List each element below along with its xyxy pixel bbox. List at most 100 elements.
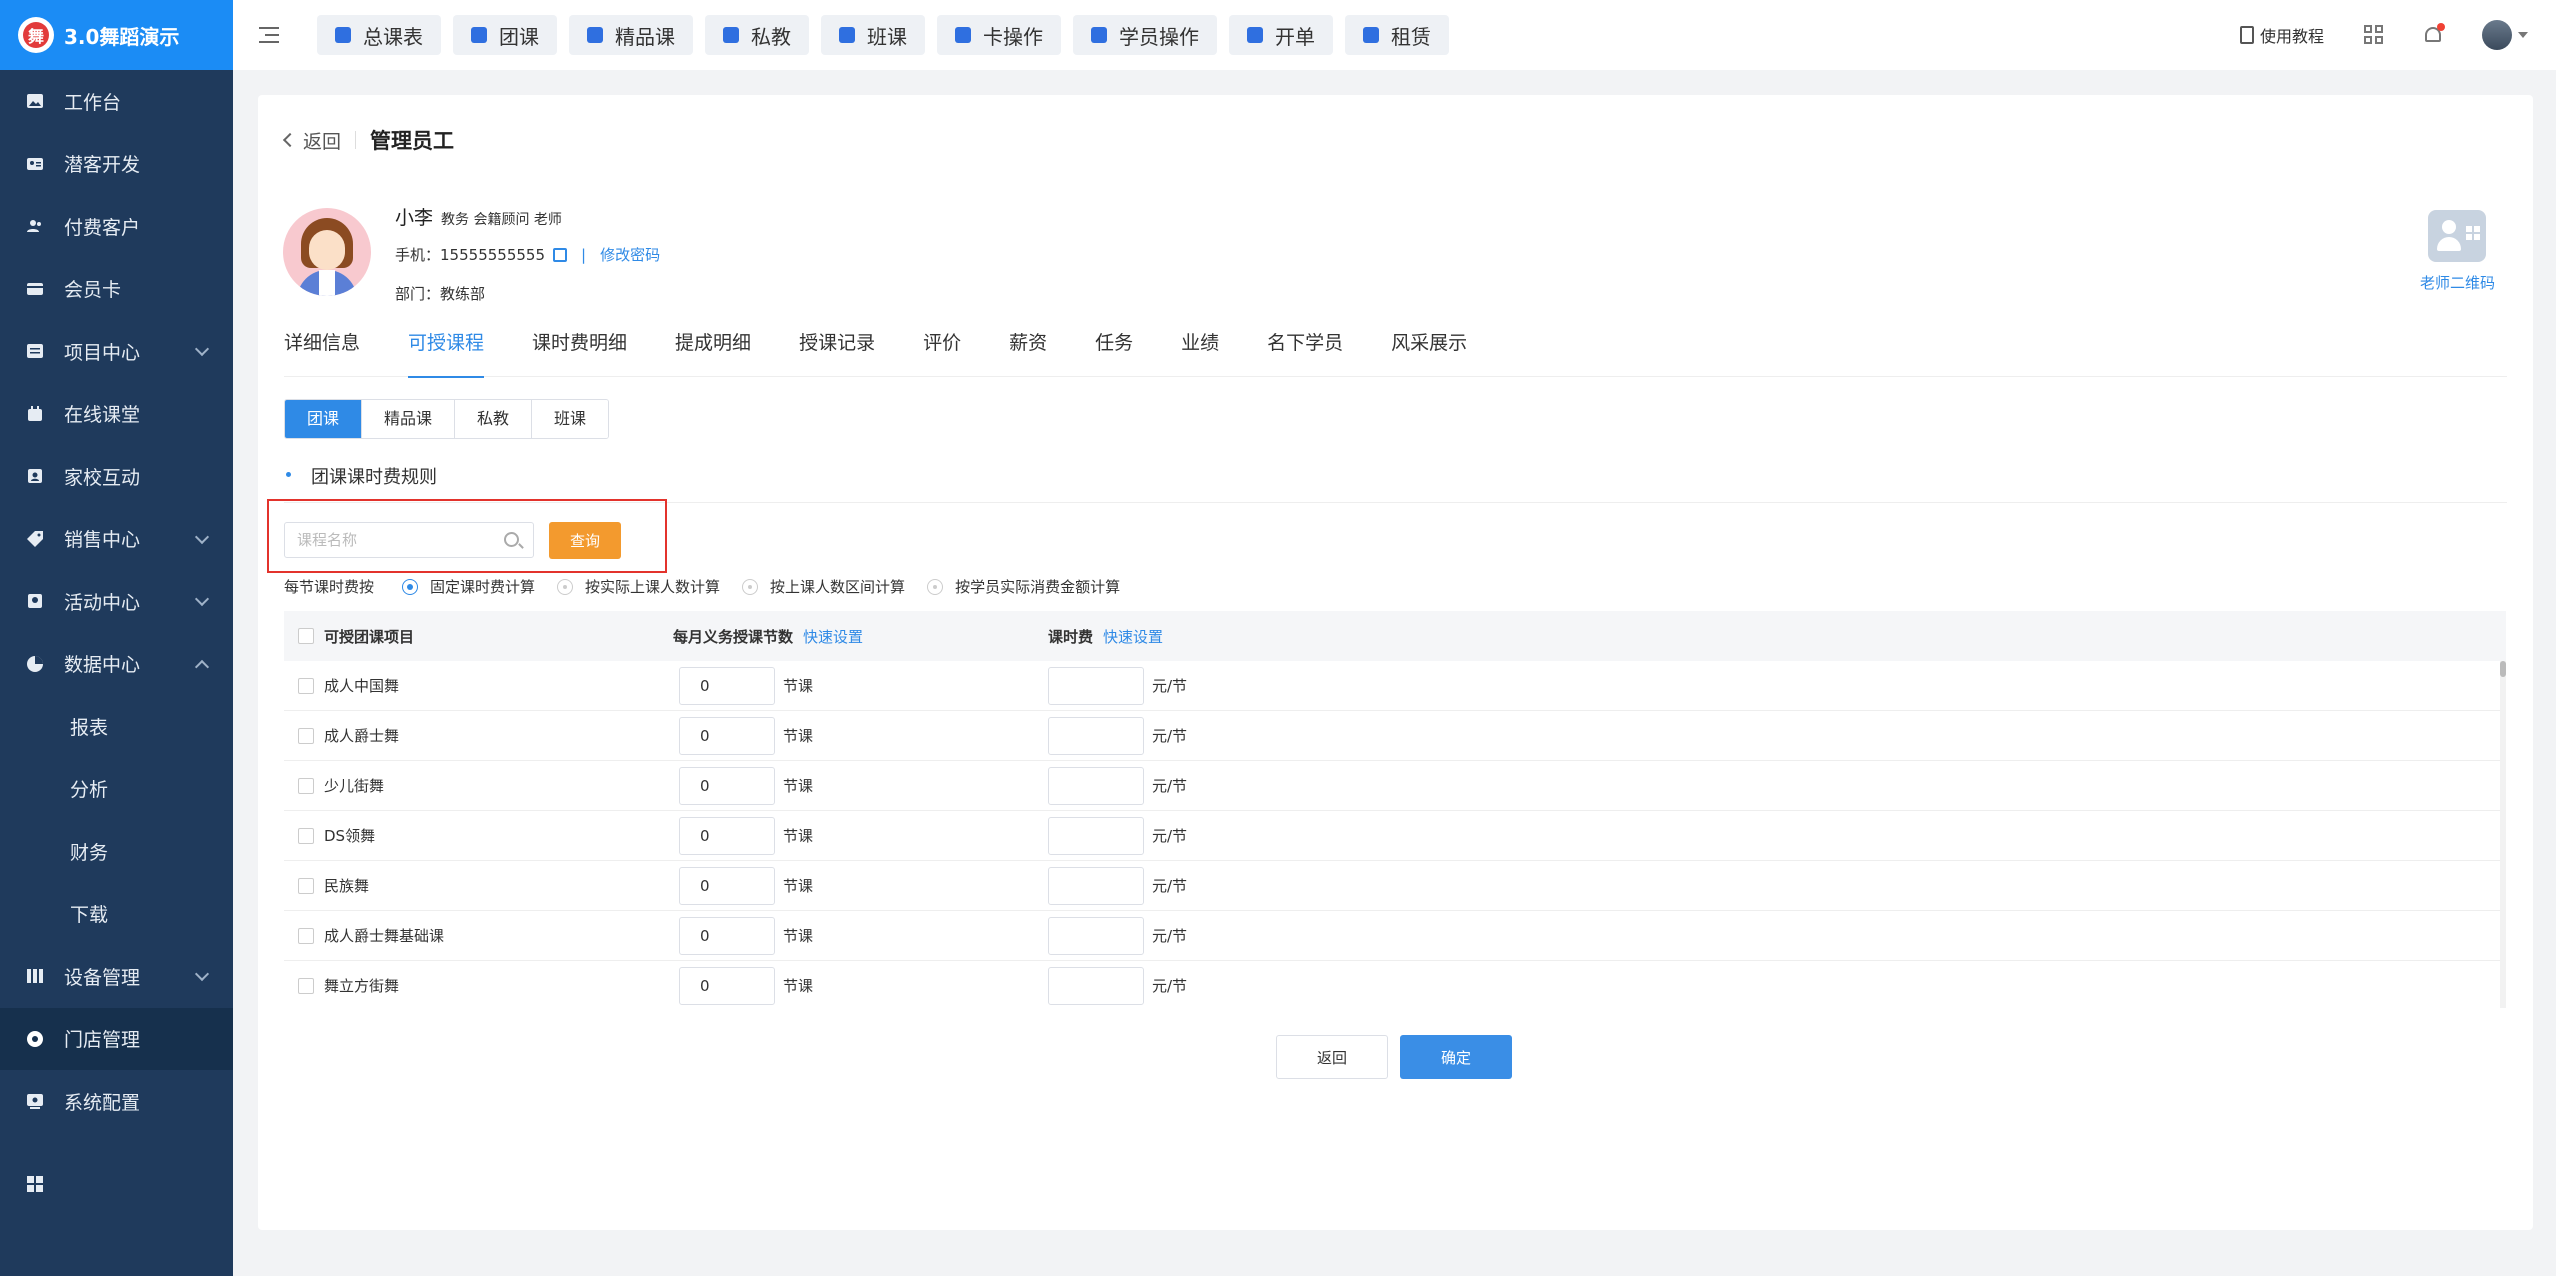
quick-premium-class-button[interactable]: 精品课 [569, 15, 693, 55]
radio-by-range[interactable]: 按上课人数区间计算 [742, 576, 905, 597]
tab-fee-details[interactable]: 课时费明细 [532, 325, 627, 377]
quick-rental-button[interactable]: 租赁 [1345, 15, 1449, 55]
tab-showcase[interactable]: 风采展示 [1391, 325, 1467, 377]
tab-salary[interactable]: 薪资 [1009, 325, 1047, 377]
sidebar-item-projects[interactable]: 项目中心 [0, 320, 233, 383]
quick-set-fee-link[interactable]: 快速设置 [1103, 626, 1163, 647]
sidebar-item-sales[interactable]: 销售中心 [0, 508, 233, 571]
row-checkbox[interactable] [298, 677, 314, 694]
tab-teaching-records[interactable]: 授课记录 [799, 325, 875, 377]
quick-label: 团课 [499, 24, 539, 49]
back-button[interactable]: 返回 [1276, 1035, 1388, 1079]
tutorial-link[interactable]: 使用教程 [2239, 23, 2324, 47]
activity-icon [28, 594, 42, 609]
section-title-text: 团课课时费规则 [311, 467, 437, 488]
seg-premium-class[interactable]: 精品课 [362, 400, 456, 438]
quick-set-monthly-link[interactable]: 快速设置 [803, 626, 863, 647]
tab-reviews[interactable]: 评价 [923, 325, 961, 377]
select-all-checkbox[interactable] [298, 628, 314, 644]
row-checkbox[interactable] [298, 927, 314, 944]
row-checkbox[interactable] [298, 977, 314, 994]
header-project: 可授团课项目 [324, 627, 415, 646]
sidebar-subitem-finance[interactable]: 财务 [0, 820, 233, 883]
radio-by-consumption[interactable]: 按学员实际消费金额计算 [927, 576, 1120, 597]
menu-collapse-icon[interactable] [259, 27, 279, 43]
quick-class-button[interactable]: 班课 [821, 15, 925, 55]
sidebar-item-store[interactable]: 门店管理 [0, 1007, 233, 1070]
quick-student-op-button[interactable]: 学员操作 [1073, 15, 1217, 55]
teacher-qrcode[interactable]: 老师二维码 [2420, 210, 2495, 293]
unit-fee: 元/节 [1152, 677, 1188, 695]
app-grid-icon[interactable] [26, 1175, 44, 1193]
sidebar-item-devices[interactable]: 设备管理 [0, 945, 233, 1008]
quick-schedule-button[interactable]: 总课表 [317, 15, 441, 55]
brand-logo: 舞 [18, 17, 54, 53]
fee-input[interactable] [1048, 866, 1144, 905]
radio-by-attendance[interactable]: 按实际上课人数计算 [557, 576, 720, 597]
sidebar-item-online-class[interactable]: 在线课堂 [0, 383, 233, 446]
monthly-lessons-input[interactable] [679, 766, 775, 805]
unit-fee: 元/节 [1152, 877, 1188, 895]
sidebar-item-settings[interactable]: 系统配置 [0, 1070, 233, 1133]
monthly-lessons-input[interactable] [679, 966, 775, 1005]
course-name: 成人中国舞 [324, 677, 400, 695]
fee-input[interactable] [1048, 966, 1144, 1005]
phone-label: 手机： [395, 246, 441, 264]
fee-input[interactable] [1048, 716, 1144, 755]
tab-students[interactable]: 名下学员 [1267, 325, 1343, 377]
qrcode-icon[interactable] [2364, 25, 2384, 45]
row-checkbox[interactable] [298, 777, 314, 794]
radio-fixed-fee[interactable]: 固定课时费计算 [402, 576, 535, 597]
search-icon[interactable] [504, 532, 519, 547]
quick-order-button[interactable]: 开单 [1229, 15, 1333, 55]
monthly-lessons-input[interactable] [679, 716, 775, 755]
sidebar-item-workbench[interactable]: 工作台 [0, 70, 233, 133]
sidebar-item-data-center[interactable]: 数据中心 [0, 633, 233, 696]
sidebar-item-activities[interactable]: 活动中心 [0, 570, 233, 633]
fee-input[interactable] [1048, 766, 1144, 805]
sidebar-item-leads[interactable]: 潜客开发 [0, 133, 233, 196]
course-name: DS领舞 [324, 827, 376, 845]
row-checkbox[interactable] [298, 727, 314, 744]
fee-input[interactable] [1048, 816, 1144, 855]
unit-fee: 元/节 [1152, 727, 1188, 745]
tab-courses[interactable]: 可授课程 [408, 325, 485, 378]
tab-details[interactable]: 详细信息 [284, 325, 360, 377]
sidebar-item-home-school[interactable]: 家校互动 [0, 445, 233, 508]
table-scrollbar[interactable] [2500, 661, 2506, 1008]
edit-icon[interactable] [553, 247, 567, 262]
seg-group-class[interactable]: 团课 [285, 400, 363, 438]
seg-class[interactable]: 班课 [532, 400, 609, 438]
tab-performance[interactable]: 业绩 [1181, 325, 1219, 377]
bell-icon[interactable] [2424, 23, 2445, 45]
change-password-link[interactable]: 修改密码 [600, 244, 660, 265]
tab-commission[interactable]: 提成明细 [675, 325, 751, 377]
sidebar-subitem-report[interactable]: 报表 [0, 695, 233, 758]
monthly-lessons-input[interactable] [679, 866, 775, 905]
sidebar-item-membership[interactable]: 会员卡 [0, 258, 233, 321]
monthly-lessons-input[interactable] [679, 816, 775, 855]
user-menu[interactable] [2482, 20, 2528, 50]
tab-tasks[interactable]: 任务 [1095, 325, 1133, 377]
monthly-lessons-input[interactable] [679, 916, 775, 955]
header-monthly: 每月义务授课节数 [673, 627, 794, 646]
row-checkbox[interactable] [298, 877, 314, 894]
course-name-input[interactable] [284, 522, 534, 558]
tutorial-label: 使用教程 [2259, 27, 2324, 46]
quick-card-op-button[interactable]: 卡操作 [937, 15, 1061, 55]
sidebar-item-customers[interactable]: 付费客户 [0, 195, 233, 258]
back-link[interactable]: 返回 [282, 127, 341, 154]
seg-private[interactable]: 私教 [455, 400, 533, 438]
fee-input[interactable] [1048, 666, 1144, 705]
quick-group-class-button[interactable]: 团课 [453, 15, 557, 55]
quick-private-button[interactable]: 私教 [705, 15, 809, 55]
monthly-lessons-input[interactable] [679, 666, 775, 705]
sidebar-subitem-analysis[interactable]: 分析 [0, 758, 233, 821]
row-checkbox[interactable] [298, 827, 314, 844]
image-icon [27, 94, 43, 109]
sidebar-subitem-download[interactable]: 下载 [0, 883, 233, 946]
confirm-button[interactable]: 确定 [1400, 1035, 1512, 1079]
brand[interactable]: 舞 3.0舞蹈演示 [0, 0, 233, 70]
query-button[interactable]: 查询 [549, 522, 621, 559]
fee-input[interactable] [1048, 916, 1144, 955]
